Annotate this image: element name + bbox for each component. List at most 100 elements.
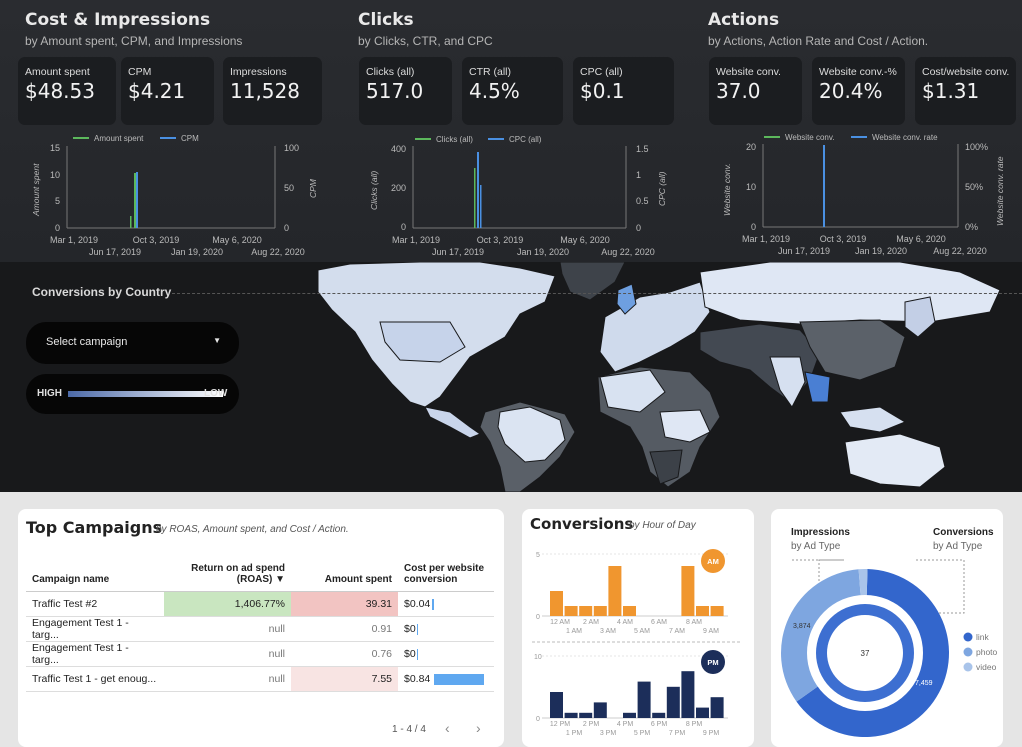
hour-bar[interactable] xyxy=(681,671,695,718)
legend-label: CPC (all) xyxy=(509,135,542,144)
roas-cell: 1,406.77% xyxy=(164,591,291,617)
column-header-roas[interactable]: Return on ad spend (ROAS) ▼ xyxy=(164,549,291,592)
spent-cell: 39.31 xyxy=(291,591,398,617)
am-x-tick: 4 AM xyxy=(617,619,633,626)
pm-x-tick: 7 PM xyxy=(669,730,686,737)
x-tick: Aug 22, 2020 xyxy=(933,246,987,256)
am-ymax-label: 5 xyxy=(536,552,540,559)
kpi-impressions[interactable]: Impressions 11,528 xyxy=(223,57,322,125)
kpi-label: CPM xyxy=(128,66,152,78)
x-tick: May 6, 2020 xyxy=(896,234,946,244)
table-row[interactable]: Traffic Test 1 - get enoug... null 7.55 … xyxy=(26,666,494,692)
cost-bar xyxy=(416,648,418,660)
hour-bar[interactable] xyxy=(564,712,578,718)
hour-bar[interactable] xyxy=(696,707,709,718)
table-row[interactable]: Engagement Test 1 - targ... null 0.91 $0 xyxy=(26,616,494,642)
hour-bar[interactable] xyxy=(593,606,607,616)
cost-cell: $0 xyxy=(398,616,494,642)
y2-tick: 1 xyxy=(636,170,641,180)
country-shape[interactable] xyxy=(844,433,946,488)
campaigns-table: Campaign name Return on ad spend (ROAS) … xyxy=(26,549,494,692)
y2-axis-label: CPC (all) xyxy=(657,171,667,206)
campaign-name: Engagement Test 1 - targ... xyxy=(26,641,164,667)
legend-label: Clicks (all) xyxy=(436,135,473,144)
kpi-clicks[interactable]: Clicks (all) 517.0 xyxy=(359,57,452,125)
country-shape[interactable] xyxy=(804,371,831,403)
hour-bar[interactable] xyxy=(550,591,563,616)
hour-bar[interactable] xyxy=(579,606,593,616)
y2-tick: 0 xyxy=(636,223,641,233)
kpi-website-conv-rate[interactable]: Website conv.-% 20.4% xyxy=(812,57,905,125)
country-shape[interactable] xyxy=(599,281,711,373)
hour-bar[interactable] xyxy=(666,686,680,718)
x-tick: Oct 3, 2019 xyxy=(133,235,180,245)
legend-label: CPM xyxy=(181,134,199,143)
kpi-cpc[interactable]: CPC (all) $0.1 xyxy=(573,57,674,125)
y-axis-label: Amount spent xyxy=(31,163,41,217)
x-tick: Mar 1, 2019 xyxy=(50,235,98,245)
cost-value: $0.04 xyxy=(404,598,431,610)
cost-cell: $0 xyxy=(398,641,494,667)
hour-bar[interactable] xyxy=(710,697,724,718)
next-page-icon[interactable]: › xyxy=(476,720,481,736)
hour-bar[interactable] xyxy=(623,606,636,616)
country-shape[interactable] xyxy=(559,262,626,301)
country-shape[interactable] xyxy=(699,323,821,403)
column-header-amount-spent[interactable]: Amount spent xyxy=(291,549,398,592)
color-scale-legend: HIGH LOW xyxy=(26,374,239,414)
kpi-value: 4.5% xyxy=(469,79,520,103)
x-tick: Jun 17, 2019 xyxy=(778,246,830,256)
kpi-amount-spent[interactable]: Amount spent $48.53 xyxy=(18,57,116,125)
y-tick: 200 xyxy=(391,183,406,193)
series-bar xyxy=(474,168,476,228)
am-x-tick: 7 AM xyxy=(669,628,685,635)
hour-bar[interactable] xyxy=(681,566,695,616)
hour-bar[interactable] xyxy=(710,606,724,616)
kpi-value: 37.0 xyxy=(716,79,761,103)
table-row[interactable]: Traffic Test #2 1,406.77% 39.31 $0.04 xyxy=(26,591,494,617)
pm-x-tick: 6 PM xyxy=(651,721,668,728)
column-header-campaign[interactable]: Campaign name xyxy=(26,549,164,592)
hour-bar[interactable] xyxy=(608,566,622,616)
pm-x-tick: 4 PM xyxy=(617,721,634,728)
hour-bar[interactable] xyxy=(579,712,593,718)
spent-cell: 7.55 xyxy=(291,666,398,692)
legend-label: video xyxy=(976,662,997,672)
country-shape[interactable] xyxy=(799,319,906,381)
hour-bar[interactable] xyxy=(550,692,563,718)
kpi-cpm[interactable]: CPM $4.21 xyxy=(121,57,214,125)
series-bar xyxy=(823,145,825,227)
kpi-value: $4.21 xyxy=(128,79,186,103)
hour-bar[interactable] xyxy=(593,702,607,718)
country-shape[interactable] xyxy=(424,406,482,439)
kpi-ctr[interactable]: CTR (all) 4.5% xyxy=(462,57,563,125)
country-shape[interactable] xyxy=(904,296,936,338)
legend-label: Website conv. rate xyxy=(872,133,938,142)
campaign-name: Engagement Test 1 - targ... xyxy=(26,616,164,642)
dropdown-caret-icon: ▼ xyxy=(213,336,221,345)
table-row[interactable]: Engagement Test 1 - targ... null 0.76 $0 xyxy=(26,641,494,667)
prev-page-icon[interactable]: ‹ xyxy=(445,720,450,736)
am-x-tick: 2 AM xyxy=(583,619,599,626)
y2-tick: 0 xyxy=(284,223,289,233)
pm-x-tick: 9 PM xyxy=(703,730,720,737)
y2-tick: 50% xyxy=(965,182,983,192)
campaign-name: Traffic Test #2 xyxy=(26,591,164,617)
kpi-value: $1.31 xyxy=(922,79,980,103)
campaign-name: Traffic Test 1 - get enoug... xyxy=(26,666,164,692)
hour-bar[interactable] xyxy=(564,606,578,616)
campaign-select[interactable]: Select campaign ▼ xyxy=(26,322,239,364)
y-axis-label: Clicks (all) xyxy=(369,171,379,210)
kpi-cost-per-conv[interactable]: Cost/website conv. $1.31 xyxy=(915,57,1016,125)
hour-bar[interactable] xyxy=(623,712,636,718)
x-tick: Mar 1, 2019 xyxy=(742,234,790,244)
column-header-cost-per-conv[interactable]: Cost per website conversion xyxy=(398,549,494,592)
y-tick: 15 xyxy=(50,143,60,153)
hour-bar[interactable] xyxy=(696,606,709,616)
hour-bar[interactable] xyxy=(637,681,651,718)
kpi-label: Impressions xyxy=(230,66,287,78)
country-shape[interactable] xyxy=(839,406,907,433)
kpi-website-conv[interactable]: Website conv. 37.0 xyxy=(709,57,802,125)
hour-bar[interactable] xyxy=(652,712,666,718)
cost-value: $0.84 xyxy=(404,673,431,685)
